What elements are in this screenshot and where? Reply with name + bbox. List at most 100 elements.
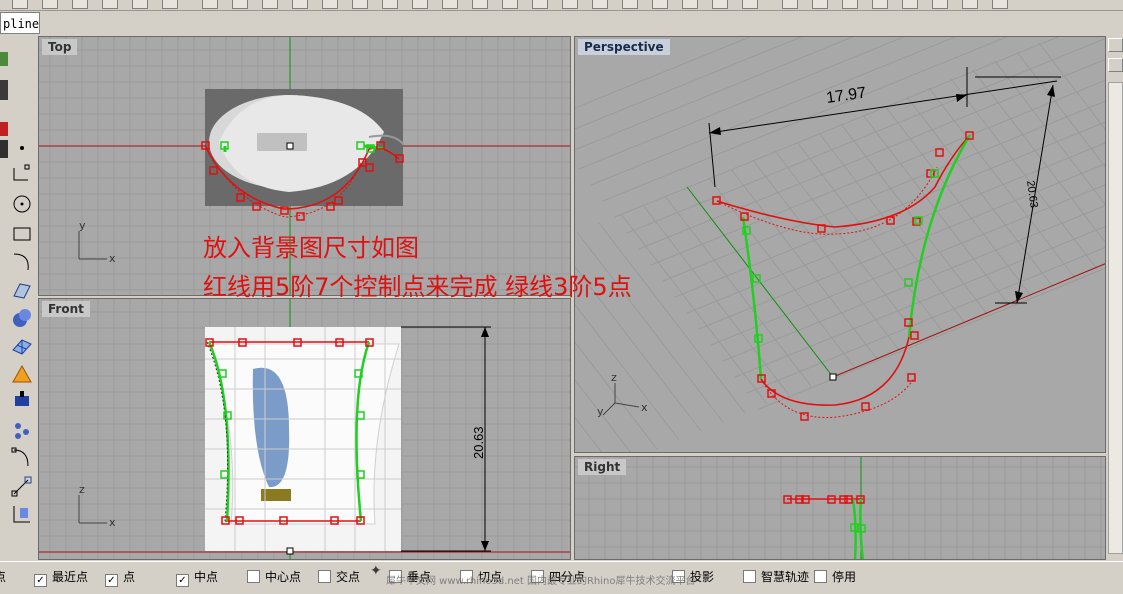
- front-viewport-canvas: 20.63 x z: [39, 299, 570, 559]
- print-preview-icon[interactable]: [992, 0, 1008, 9]
- hide-icon[interactable]: [562, 0, 578, 9]
- light-icon[interactable]: [712, 0, 728, 9]
- top-axis-x-label: x: [109, 252, 116, 265]
- perspective-height-dimension-text: 20.63: [1024, 180, 1040, 209]
- front-origin-marker: [286, 547, 294, 555]
- perspective-green-curve-left: [741, 216, 763, 380]
- osnap-nearest[interactable]: ✓ 最近点: [34, 568, 88, 587]
- panel-button-1[interactable]: [1108, 38, 1123, 52]
- zoom-selected-icon[interactable]: [412, 0, 428, 9]
- checkbox-icon[interactable]: [814, 570, 827, 583]
- right-green-curve-right: [859, 498, 865, 559]
- status-bar: 点 ✓ 最近点 ✓ 点 ✓ 中点 中心点 交点 垂点 切点 四分点 投影 智慧轨迹 停…: [0, 561, 1123, 594]
- osnap-intersection[interactable]: 交点: [318, 568, 360, 586]
- surface-icon[interactable]: [10, 278, 34, 302]
- mesh-icon[interactable]: [10, 334, 34, 358]
- undo-icon[interactable]: [202, 0, 218, 9]
- zoom-window-icon[interactable]: [352, 0, 368, 9]
- options-icon[interactable]: [782, 0, 798, 9]
- copy-icon[interactable]: [132, 0, 148, 9]
- front-dimension-text: 20.63: [471, 426, 486, 459]
- camera-icon[interactable]: [932, 0, 948, 9]
- lock-icon[interactable]: [592, 0, 608, 9]
- checkbox-icon[interactable]: ✓: [176, 574, 189, 587]
- osnap-point-partial[interactable]: 点: [0, 568, 6, 586]
- settings-icon[interactable]: [812, 0, 828, 9]
- array-icon[interactable]: [10, 418, 34, 442]
- viewport-right[interactable]: Right: [574, 456, 1106, 560]
- render-preview-icon[interactable]: [902, 0, 918, 9]
- viewport-layout-icon[interactable]: [872, 0, 888, 9]
- viewport-front-title[interactable]: Front: [42, 301, 90, 317]
- point-icon[interactable]: [10, 136, 34, 160]
- grid-icon[interactable]: [442, 0, 458, 9]
- osnap-center[interactable]: 中心点: [247, 568, 301, 586]
- annotation-line1: 放入背景图尺寸如图: [203, 234, 419, 262]
- select-icon[interactable]: [532, 0, 548, 9]
- rectangle-icon[interactable]: [10, 222, 34, 246]
- top-origin-marker: [286, 142, 294, 150]
- annotation-line2: 红线用5阶7个控制点来完成 绿线3阶5点: [203, 273, 632, 301]
- zoom-dynamic-icon[interactable]: [322, 0, 338, 9]
- side-panel: [1106, 36, 1123, 561]
- analyze-icon[interactable]: [10, 502, 34, 526]
- osnap-disable[interactable]: 停用: [814, 568, 856, 586]
- perspective-axis-y-label: y: [597, 405, 604, 418]
- perspective-viewport-canvas: 17.97 20.63 x y z: [575, 37, 1105, 452]
- transform-icon[interactable]: [10, 362, 34, 386]
- front-background-image: [205, 327, 401, 551]
- osnap-smarttrack[interactable]: 智慧轨迹: [743, 568, 809, 586]
- checkbox-icon[interactable]: ✓: [34, 574, 47, 587]
- checkbox-icon[interactable]: ✓: [105, 574, 118, 587]
- screenshot-icon[interactable]: [962, 0, 978, 9]
- shade-icon[interactable]: [622, 0, 638, 9]
- viewport-perspective[interactable]: 17.97 20.63 x y z Perspective: [574, 36, 1106, 453]
- checkbox-icon[interactable]: [318, 570, 331, 583]
- viewport-front[interactable]: 20.63 x z Front: [38, 298, 571, 560]
- rhino-logo-icon: ✦: [370, 563, 382, 579]
- viewport-top-title[interactable]: Top: [42, 39, 78, 55]
- curve-icon[interactable]: [10, 250, 34, 274]
- dark-tool-icon[interactable]: [0, 140, 8, 158]
- main-toolbox: [0, 36, 38, 561]
- polyline-icon[interactable]: [10, 162, 34, 186]
- paste-icon[interactable]: [162, 0, 178, 9]
- redo-icon[interactable]: [232, 0, 248, 9]
- sphere-icon[interactable]: [742, 0, 758, 9]
- move-icon[interactable]: [10, 474, 34, 498]
- solid-icon[interactable]: [10, 306, 34, 330]
- right-viewport-canvas: [575, 457, 1105, 559]
- properties-icon[interactable]: [502, 0, 518, 9]
- save-icon[interactable]: [42, 0, 58, 9]
- top-axis-y-label: y: [79, 219, 86, 232]
- checkbox-icon[interactable]: [247, 570, 260, 583]
- panel-list[interactable]: [1108, 82, 1123, 554]
- layer-icon[interactable]: [472, 0, 488, 9]
- render-color-icon[interactable]: [0, 122, 8, 136]
- palette-icon[interactable]: [0, 52, 8, 66]
- fillet-icon[interactable]: [10, 446, 34, 470]
- viewport-perspective-title[interactable]: Perspective: [578, 39, 670, 55]
- pan-icon[interactable]: [262, 0, 278, 9]
- material-icon[interactable]: [682, 0, 698, 9]
- zoom-extents-icon[interactable]: [382, 0, 398, 9]
- new-file-icon[interactable]: [12, 0, 28, 9]
- main-toolbar: [0, 0, 1123, 11]
- right-green-curve-left: [851, 498, 857, 559]
- checkbox-icon[interactable]: [743, 570, 756, 583]
- circle-icon[interactable]: [10, 192, 34, 216]
- dimension-icon[interactable]: [10, 388, 34, 412]
- rotate-view-icon[interactable]: [292, 0, 308, 9]
- render-icon[interactable]: [652, 0, 668, 9]
- print-icon[interactable]: [72, 0, 88, 9]
- command-line[interactable]: pline: [0, 12, 40, 34]
- layer-swatch-icon[interactable]: [0, 80, 8, 100]
- viewport-right-title[interactable]: Right: [578, 459, 627, 475]
- front-axis-z-label: z: [79, 483, 85, 496]
- perspective-green-curve-right: [907, 134, 972, 338]
- osnap-point[interactable]: ✓ 点: [105, 568, 135, 587]
- panel-button-2[interactable]: [1108, 58, 1123, 72]
- help-icon[interactable]: [842, 0, 858, 9]
- osnap-midpoint[interactable]: ✓ 中点: [176, 568, 218, 587]
- cut-icon[interactable]: [102, 0, 118, 9]
